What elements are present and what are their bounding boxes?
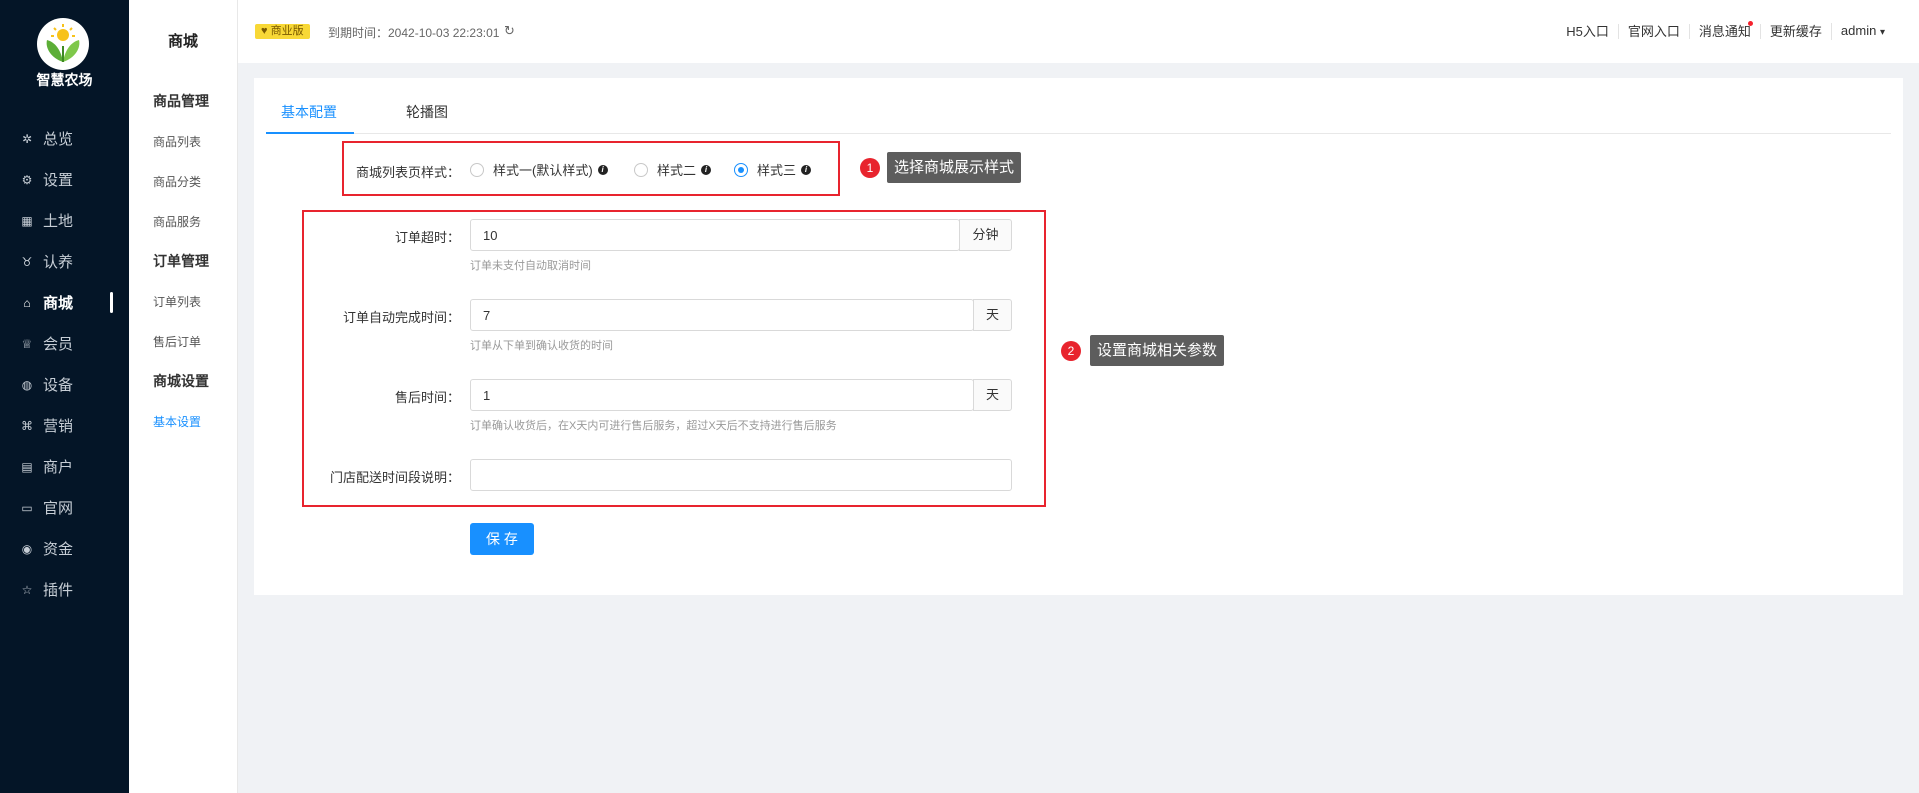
member-icon: ♕ xyxy=(21,336,33,351)
nav-item-plugin[interactable]: ☆ 插件 xyxy=(0,569,129,610)
subnav-item-goods-list[interactable]: 商品列表 xyxy=(153,133,201,150)
nav-item-label: 官网 xyxy=(43,500,74,517)
style-label: 商城列表页样式： xyxy=(355,165,460,180)
subnav-group-goods: 商品管理 xyxy=(153,93,209,109)
delivery-desc-label: 门店配送时间段说明： xyxy=(329,470,460,485)
funds-icon: ◉ xyxy=(21,541,33,556)
info-icon[interactable]: i xyxy=(597,164,608,175)
user-menu[interactable]: admin ▾ xyxy=(1830,23,1894,40)
top-bar: ♥ 商业版 到期时间：2042-10-03 22:23:01 ↻ H5入口 官网… xyxy=(238,0,1919,63)
adopt-icon: ♉ xyxy=(21,254,33,269)
subnav-item-after-sale[interactable]: 售后订单 xyxy=(153,333,201,350)
website-icon: ▭ xyxy=(21,500,33,515)
order-timeout-input[interactable] xyxy=(470,219,960,251)
refresh-icon[interactable]: ↻ xyxy=(504,23,515,39)
after-sale-unit: 天 xyxy=(973,379,1012,411)
nav-item-member[interactable]: ♕ 会员 xyxy=(0,323,129,364)
nav-item-funds[interactable]: ◉ 资金 xyxy=(0,528,129,569)
h5-entry-link[interactable]: H5入口 xyxy=(1557,24,1618,39)
settings-icon: ⚙ xyxy=(21,172,33,187)
annotation-tip-2: 设置商城相关参数 xyxy=(1090,335,1225,366)
dashboard-icon: ✲ xyxy=(21,131,33,146)
after-sale-hint: 订单确认收货后，在X天内可进行售后服务，超过X天后不支持进行售后服务 xyxy=(470,420,837,432)
subnav-item-goods-category[interactable]: 商品分类 xyxy=(153,173,201,190)
after-sale-input[interactable] xyxy=(470,379,974,411)
tab-carousel[interactable]: 轮播图 xyxy=(406,102,448,122)
nav-item-label: 资金 xyxy=(43,541,74,558)
annotation-tip-1: 选择商城展示样式 xyxy=(887,152,1022,183)
info-icon[interactable]: i xyxy=(801,164,812,175)
expire-time: 到期时间：2042-10-03 22:23:01 xyxy=(328,26,500,40)
nav-item-marketing[interactable]: ⌘ 营销 xyxy=(0,405,129,446)
subnav-item-basic-settings[interactable]: 基本设置 xyxy=(153,413,201,430)
after-sale-label: 售后时间： xyxy=(394,390,460,405)
order-complete-unit: 天 xyxy=(973,299,1012,331)
style-option-2[interactable]: 样式二 i xyxy=(634,160,712,179)
nav-item-label: 会员 xyxy=(43,336,74,353)
nav-item-label: 插件 xyxy=(43,582,74,599)
marketing-icon: ⌘ xyxy=(21,418,33,433)
order-complete-label: 订单自动完成时间： xyxy=(342,310,460,325)
tab-basic-config[interactable]: 基本配置 xyxy=(281,102,337,122)
annotation-number-1: 1 xyxy=(860,158,880,178)
farm-logo-icon[interactable] xyxy=(37,18,89,70)
annotation-number-2: 2 xyxy=(1061,341,1081,361)
device-icon: ◍ xyxy=(21,377,33,392)
website-entry-link[interactable]: 官网入口 xyxy=(1617,24,1689,39)
merchant-icon: ▤ xyxy=(21,459,33,474)
tab-bar: 基本配置 轮播图 xyxy=(266,92,1891,134)
land-icon: ▦ xyxy=(21,213,33,228)
tab-active-indicator xyxy=(266,132,354,134)
order-timeout-label: 订单超时： xyxy=(394,230,460,245)
save-button[interactable]: 保 存 xyxy=(470,523,534,555)
subnav-group-orders: 订单管理 xyxy=(153,253,209,269)
nav-item-settings[interactable]: ⚙ 设置 xyxy=(0,159,129,200)
settings-card: 基本配置 轮播图 商城列表页样式： 样式一(默认样式) i 样式二 i 样式三 i 1… xyxy=(254,78,1903,595)
radio-circle-selected xyxy=(734,162,748,177)
caret-down-icon: ▾ xyxy=(1879,27,1885,38)
plugin-icon: ☆ xyxy=(21,582,33,597)
radio-circle xyxy=(470,162,484,177)
message-notice-link[interactable]: 消息通知 xyxy=(1688,21,1760,39)
order-timeout-hint: 订单未支付自动取消时间 xyxy=(470,260,591,272)
nav-item-label: 总览 xyxy=(43,131,74,148)
nav-item-label: 认养 xyxy=(43,254,74,271)
delivery-desc-input[interactable] xyxy=(470,459,1012,491)
shop-icon: ⌂ xyxy=(23,295,31,310)
order-timeout-unit: 分钟 xyxy=(959,219,1012,251)
radio-circle xyxy=(634,162,648,177)
nav-item-label: 设置 xyxy=(43,172,74,189)
nav-item-dashboard[interactable]: ✲ 总览 xyxy=(0,118,129,159)
top-links: H5入口 官网入口 消息通知 更新缓存 admin ▾ xyxy=(1557,21,1894,40)
edition-badge: ♥ 商业版 xyxy=(255,24,310,39)
style-option-1[interactable]: 样式一(默认样式) i xyxy=(470,160,608,179)
order-complete-input[interactable] xyxy=(470,299,974,331)
diamond-icon: ♥ xyxy=(261,25,271,37)
nav-item-label: 营销 xyxy=(43,418,74,435)
info-icon[interactable]: i xyxy=(701,164,712,175)
update-cache-link[interactable]: 更新缓存 xyxy=(1759,24,1831,39)
subnav-title: 商城 xyxy=(167,33,198,50)
order-complete-hint: 订单从下单到确认收货的时间 xyxy=(470,340,613,352)
notification-dot xyxy=(1747,21,1753,26)
app-name: 智慧农场 xyxy=(36,72,93,88)
style-option-3[interactable]: 样式三 i xyxy=(734,160,812,179)
nav-item-website[interactable]: ▭ 官网 xyxy=(0,487,129,528)
nav-item-adopt[interactable]: ♉ 认养 xyxy=(0,241,129,282)
